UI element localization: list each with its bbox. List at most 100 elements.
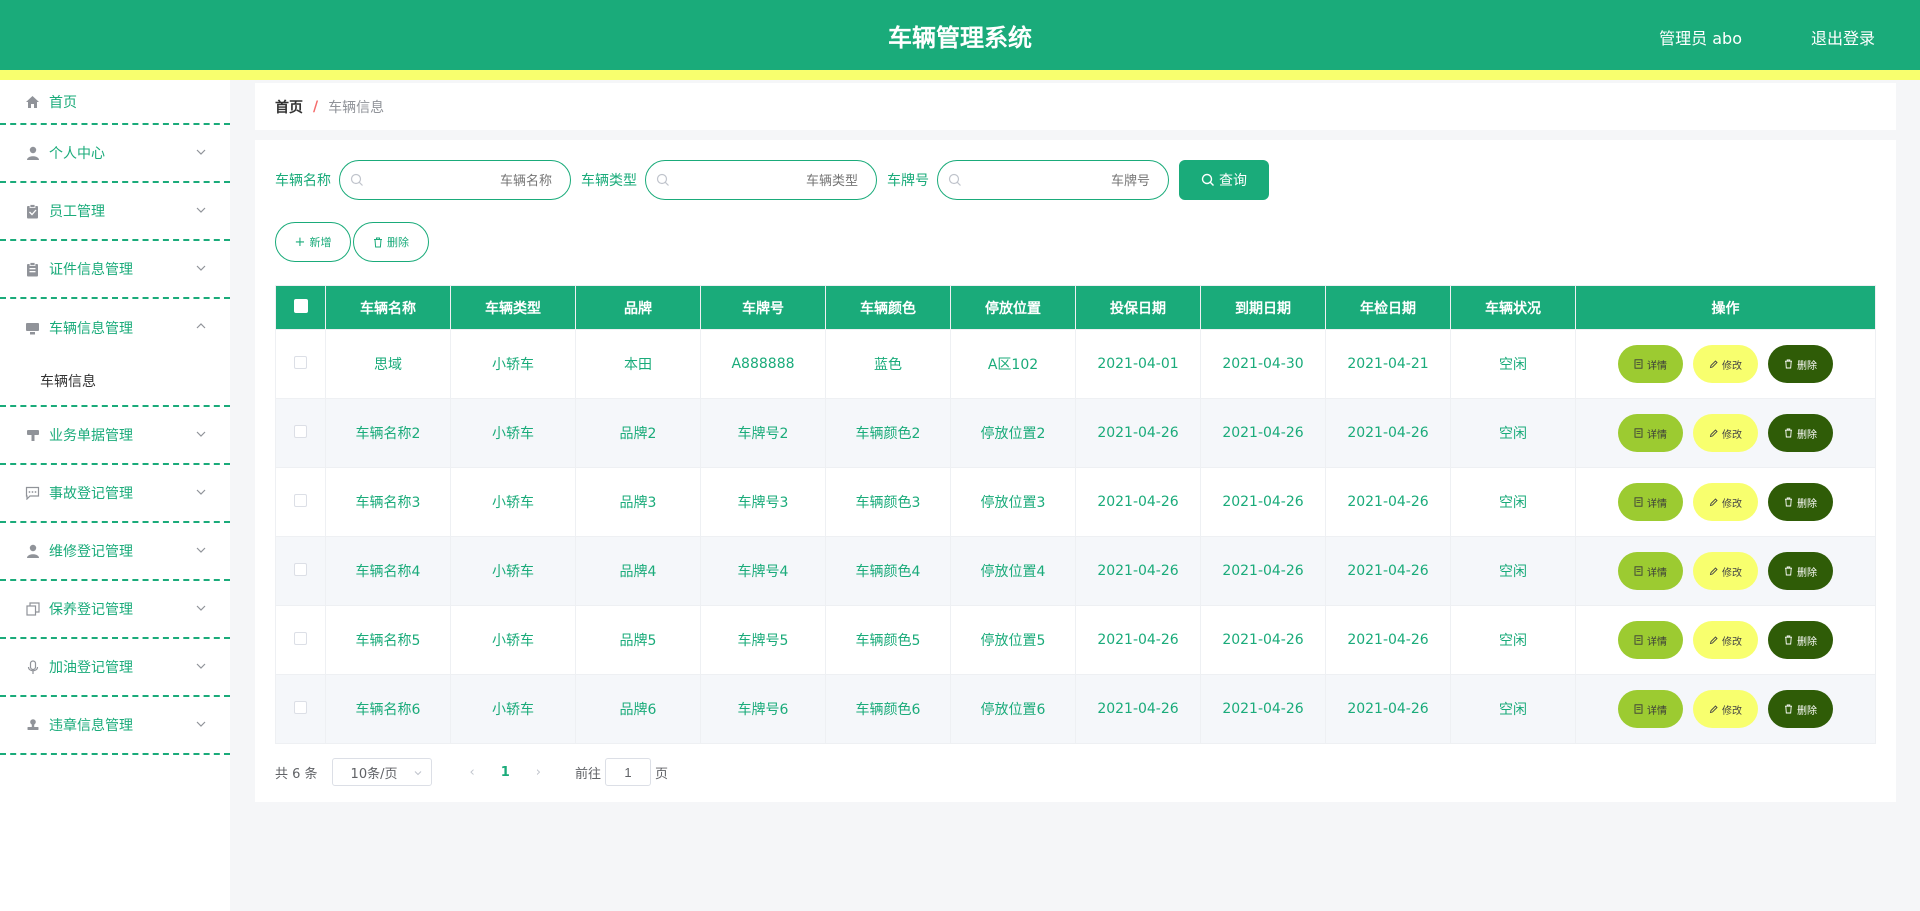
delete-button[interactable]: 删除 [1768,483,1833,521]
delete-button[interactable]: 删除 [1768,690,1833,728]
table-cell: 2021-04-26 [1200,536,1326,606]
trash-icon [374,237,382,247]
top-header: 车辆管理系统 管理员 abo 退出登录 [0,0,1920,70]
edit-button[interactable]: 修改 [1693,483,1758,521]
edit-button[interactable]: 修改 [1693,621,1758,659]
delete-button[interactable]: 删除 [1768,552,1833,590]
sidebar-item-staff[interactable]: 员工管理 [0,183,230,241]
breadcrumb-home[interactable]: 首页 [275,97,303,117]
sidebar-item-personal-center[interactable]: 个人中心 [0,125,230,183]
query-button[interactable]: 查询 [1179,160,1269,200]
edit-icon [1709,705,1718,714]
stamp-icon [24,427,41,444]
breadcrumb-current: 车辆信息 [328,99,385,116]
search-icon [656,173,669,186]
table-cell: 小轿车 [450,398,576,468]
vehicle-type-label: 车辆类型 [581,173,637,189]
breadcrumb-separator: / [313,98,319,115]
vehicle-name-input[interactable] [370,169,560,191]
table-cell: 空闲 [1450,467,1576,537]
table-cell: 空闲 [1450,536,1576,606]
sidebar-item-vehicle-info-mgmt[interactable]: 车辆信息管理 [0,299,230,357]
trash-icon [1785,497,1792,507]
detail-button[interactable]: 详情 [1618,690,1683,728]
plate-input[interactable] [968,169,1158,191]
row-checkbox[interactable] [294,493,307,507]
stamp-icon [24,717,41,734]
clipboard-icon [24,203,41,220]
detail-button[interactable]: 详情 [1618,621,1683,659]
row-checkbox[interactable] [294,355,307,369]
detail-button-label: 详情 [1647,705,1667,717]
next-page-button[interactable]: › [536,765,541,780]
detail-button[interactable]: 详情 [1618,345,1683,383]
pagination: 共 6 条 10条/页 ‹ 1 › 前往 页 [275,758,668,786]
row-checkbox[interactable] [294,700,307,714]
row-select-cell [275,398,326,468]
row-checkbox[interactable] [294,631,307,645]
detail-button[interactable]: 详情 [1618,483,1683,521]
sidebar-item-violations[interactable]: 违章信息管理 [0,697,230,755]
edit-button[interactable]: 修改 [1693,414,1758,452]
edit-button[interactable]: 修改 [1693,345,1758,383]
breadcrumb: 首页 / 车辆信息 [255,83,1896,130]
sidebar-item-maintenance[interactable]: 保养登记管理 [0,581,230,639]
trash-icon [1785,428,1792,438]
page-number-current[interactable]: 1 [501,765,510,780]
table-row: 车辆名称5 小轿车 品牌5 车牌号5 车辆颜色5 停放位置5 2021-04-26 2021-… [275,605,1876,675]
delete-button[interactable]: 删除 [1768,345,1833,383]
add-button[interactable]: + 新增 [275,222,351,262]
delete-button[interactable]: 删除 [1768,414,1833,452]
sidebar-item-accidents[interactable]: 事故登记管理 [0,465,230,523]
table-cell: 品牌3 [575,467,701,537]
person-icon [24,543,41,560]
row-actions-cell: 详情 修改 删除 [1575,674,1876,744]
vehicle-name-field [339,160,571,200]
row-checkbox[interactable] [294,424,307,438]
column-header: 车辆颜色 [825,285,951,330]
sidebar-subitem-vehicle-info[interactable]: 车辆信息 [0,357,230,407]
table-cell: 2021-04-26 [1325,536,1451,606]
logout-link[interactable]: 退出登录 [1811,25,1875,49]
sidebar-item-business-docs[interactable]: 业务单据管理 [0,407,230,465]
table-cell: 车辆颜色2 [825,398,951,468]
table-cell: 2021-04-26 [1325,605,1451,675]
sidebar-item-label: 违章信息管理 [49,718,133,734]
table-cell: 车牌号3 [700,467,826,537]
sidebar-item-certificates[interactable]: 证件信息管理 [0,241,230,299]
copy-icon [24,601,41,618]
delete-button-label: 删除 [1797,498,1817,510]
edit-button-label: 修改 [1722,498,1742,510]
search-icon [1201,173,1214,186]
column-header: 年检日期 [1325,285,1451,330]
sidebar-item-fuel[interactable]: 加油登记管理 [0,639,230,697]
sidebar-item-home[interactable]: 首页 [0,80,230,125]
table-cell: 小轿车 [450,605,576,675]
sidebar-item-repairs[interactable]: 维修登记管理 [0,523,230,581]
table-cell: 蓝色 [825,329,951,399]
prev-page-button[interactable]: ‹ [470,765,475,780]
vehicle-type-input[interactable] [676,169,866,191]
select-all-checkbox[interactable] [293,298,308,313]
table-body: 思域 小轿车 本田 A888888 蓝色 A区102 2021-04-01 2021-04-3… [275,329,1876,744]
bulk-delete-button[interactable]: 删除 [353,222,429,262]
table-cell: 车牌号4 [700,536,826,606]
edit-icon [1709,498,1718,507]
vehicle-table: 车辆名称 车辆类型 品牌 车牌号 车辆颜色 停放位置 投保日期 到期日期 年检日… [275,285,1876,744]
chevron-down-icon [196,207,206,213]
goto-page-input[interactable] [605,758,652,786]
table-cell: 2021-04-26 [1075,467,1201,537]
detail-button[interactable]: 详情 [1618,414,1683,452]
detail-button[interactable]: 详情 [1618,552,1683,590]
table-cell: 2021-04-26 [1075,398,1201,468]
row-checkbox[interactable] [294,562,307,576]
edit-button[interactable]: 修改 [1693,552,1758,590]
chevron-down-icon [196,605,206,611]
row-actions-cell: 详情 修改 删除 [1575,398,1876,468]
row-actions: 详情 修改 删除 [1618,483,1833,521]
home-icon [24,93,41,110]
edit-button[interactable]: 修改 [1693,690,1758,728]
delete-button[interactable]: 删除 [1768,621,1833,659]
page-size-select[interactable]: 10条/页 [331,758,432,786]
edit-button-label: 修改 [1722,360,1742,372]
